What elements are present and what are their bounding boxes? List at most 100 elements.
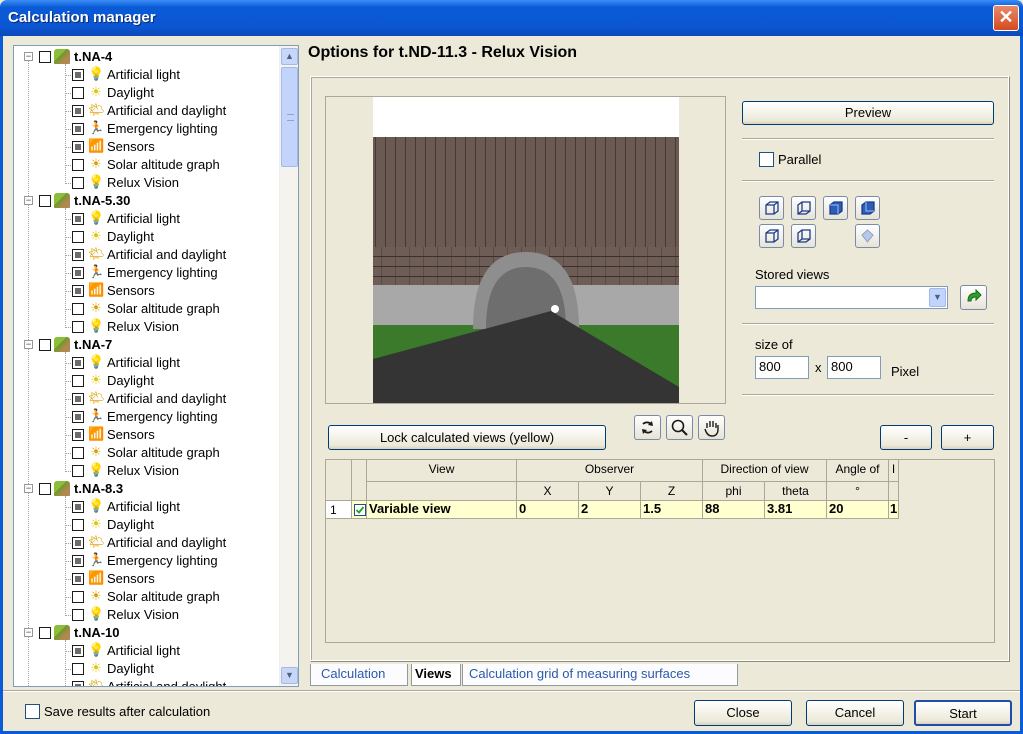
remove-view-button[interactable]: - (880, 425, 932, 450)
item-checkbox[interactable] (72, 213, 84, 225)
width-input[interactable]: 800 (755, 356, 809, 379)
item-checkbox[interactable] (72, 447, 84, 459)
view-back-right-icon[interactable] (855, 196, 880, 220)
row-theta[interactable]: 3.81 (765, 501, 827, 519)
project-checkbox[interactable] (39, 51, 51, 63)
views-table[interactable]: View Observer Direction of view Angle of… (325, 459, 995, 643)
header-degree[interactable]: ° (827, 482, 889, 501)
item-checkbox[interactable] (72, 141, 84, 153)
view-top-icon[interactable] (759, 224, 784, 248)
collapse-icon[interactable]: − (24, 340, 33, 349)
cancel-button[interactable]: Cancel (806, 700, 904, 726)
row-phi[interactable]: 88 (703, 501, 765, 519)
view-back-left-icon[interactable] (823, 196, 848, 220)
item-checkbox[interactable] (72, 609, 84, 621)
item-checkbox[interactable] (72, 303, 84, 315)
row-y[interactable]: 2 (579, 501, 641, 519)
item-checkbox[interactable] (72, 267, 84, 279)
item-checkbox[interactable] (72, 429, 84, 441)
row-view-name[interactable]: Variable view (367, 501, 517, 519)
artificial-daylight-icon: 🌤 (88, 102, 105, 117)
header-view[interactable]: View (367, 460, 517, 482)
item-checkbox[interactable] (72, 591, 84, 603)
item-checkbox[interactable] (72, 123, 84, 135)
close-window-button[interactable]: ✕ (993, 5, 1019, 31)
stored-views-select[interactable]: ▼ (755, 286, 948, 309)
item-checkbox[interactable] (72, 663, 84, 675)
header-observer[interactable]: Observer (517, 460, 703, 482)
view-reset-icon[interactable] (855, 224, 880, 248)
apply-stored-view-icon[interactable] (960, 285, 987, 310)
row-angle[interactable]: 20 (827, 501, 889, 519)
scroll-down-button[interactable]: ▼ (281, 667, 298, 684)
tree-scrollbar[interactable]: ▲ ▼ (279, 46, 298, 686)
item-checkbox[interactable] (72, 393, 84, 405)
row-extra[interactable]: 1 (889, 501, 899, 519)
pan-hand-icon[interactable] (698, 415, 725, 440)
project-icon (54, 193, 70, 208)
item-checkbox[interactable] (72, 465, 84, 477)
collapse-icon[interactable]: − (24, 52, 33, 61)
item-checkbox[interactable] (72, 357, 84, 369)
row-z[interactable]: 1.5 (641, 501, 703, 519)
tab-calculation-grid[interactable]: Calculation grid of measuring surfaces (462, 664, 738, 686)
item-checkbox[interactable] (72, 249, 84, 261)
item-label: Emergency lighting (107, 409, 218, 424)
item-checkbox[interactable] (72, 285, 84, 297)
artificial-light-icon: 💡 (88, 498, 105, 513)
rotate-icon[interactable] (634, 415, 661, 440)
item-checkbox[interactable] (72, 159, 84, 171)
item-checkbox[interactable] (72, 87, 84, 99)
project-checkbox[interactable] (39, 627, 51, 639)
item-checkbox[interactable] (72, 645, 84, 657)
view-front-right-icon[interactable] (791, 196, 816, 220)
scroll-thumb[interactable] (281, 67, 298, 167)
parallel-checkbox[interactable] (759, 152, 774, 167)
view-front-left-icon[interactable] (759, 196, 784, 220)
start-button[interactable]: Start (914, 700, 1012, 726)
item-checkbox[interactable] (72, 177, 84, 189)
item-checkbox[interactable] (72, 555, 84, 567)
item-checkbox[interactable] (72, 375, 84, 387)
item-checkbox[interactable] (72, 519, 84, 531)
header-angle[interactable]: Angle of (827, 460, 889, 482)
header-z[interactable]: Z (641, 482, 703, 501)
row-enabled-checkbox[interactable] (352, 501, 367, 519)
item-checkbox[interactable] (72, 321, 84, 333)
tab-views[interactable]: Views (411, 664, 461, 686)
relux-vision-icon: 💡 (88, 462, 105, 477)
lock-calculated-views-button[interactable]: Lock calculated views (yellow) (328, 425, 606, 450)
tab-calculation[interactable]: Calculation (310, 664, 408, 686)
header-x[interactable]: X (517, 482, 579, 501)
height-input[interactable]: 800 (827, 356, 881, 379)
item-checkbox[interactable] (72, 411, 84, 423)
collapse-icon[interactable]: − (24, 196, 33, 205)
calculation-tree[interactable]: − t.NA-4 💡 Artificial light ☀ Daylight 🌤 Artifi… (13, 45, 299, 687)
project-checkbox[interactable] (39, 483, 51, 495)
collapse-icon[interactable]: − (24, 628, 33, 637)
item-checkbox[interactable] (72, 537, 84, 549)
preview-button[interactable]: Preview (742, 101, 994, 125)
project-checkbox[interactable] (39, 195, 51, 207)
item-checkbox[interactable] (72, 681, 84, 686)
save-results-checkbox[interactable] (25, 704, 40, 719)
item-checkbox[interactable] (72, 501, 84, 513)
header-phi[interactable]: phi (703, 482, 765, 501)
close-button[interactable]: Close (694, 700, 792, 726)
item-checkbox[interactable] (72, 231, 84, 243)
header-y[interactable]: Y (579, 482, 641, 501)
add-view-button[interactable]: + (941, 425, 994, 450)
header-theta[interactable]: theta (765, 482, 827, 501)
project-checkbox[interactable] (39, 339, 51, 351)
scroll-up-button[interactable]: ▲ (281, 48, 298, 65)
item-label: Daylight (107, 661, 154, 676)
item-checkbox[interactable] (72, 573, 84, 585)
zoom-icon[interactable] (666, 415, 693, 440)
view-bottom-icon[interactable] (791, 224, 816, 248)
row-x[interactable]: 0 (517, 501, 579, 519)
item-checkbox[interactable] (72, 105, 84, 117)
item-checkbox[interactable] (72, 69, 84, 81)
header-direction[interactable]: Direction of view (703, 460, 827, 482)
header-extra[interactable]: I (889, 460, 899, 482)
collapse-icon[interactable]: − (24, 484, 33, 493)
